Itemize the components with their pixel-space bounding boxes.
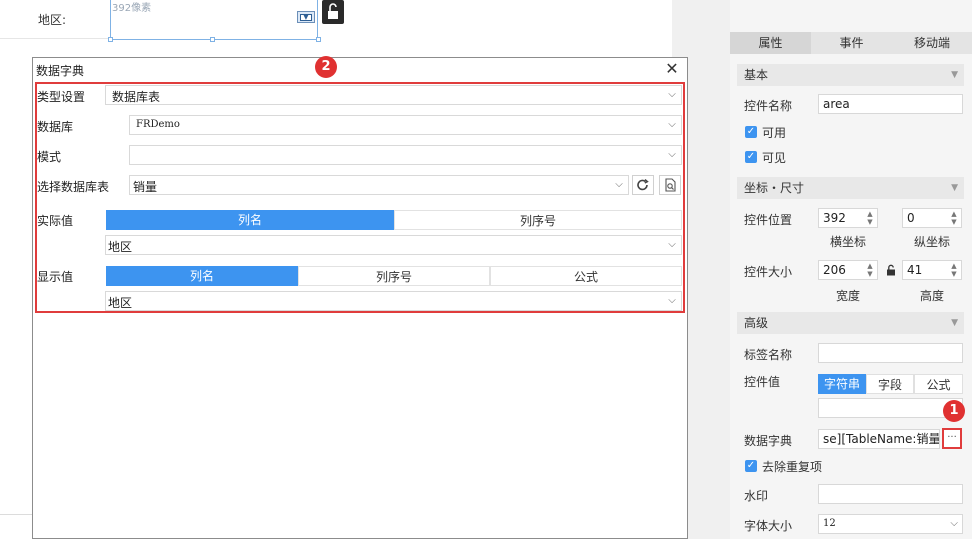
spinner-icon[interactable]: ▲ ▼ — [949, 210, 959, 226]
area-label: 地区: — [38, 13, 67, 27]
spinner-icon[interactable]: ▲ ▼ — [949, 262, 959, 278]
display-tab-formula[interactable]: 公式 — [490, 266, 682, 286]
height-input[interactable]: 41 ▲ ▼ — [902, 260, 962, 280]
section-basic-title: 基本 — [744, 68, 769, 82]
schema-label: 模式 — [37, 150, 62, 164]
refresh-icon — [637, 178, 649, 191]
widget-name-input[interactable]: area — [818, 94, 963, 114]
database-select[interactable] — [129, 115, 682, 135]
collapse-arrow-icon: ▼ — [951, 183, 958, 193]
font-size-value: 12 — [823, 518, 836, 529]
display-tab-column-index[interactable]: 列序号 — [298, 266, 490, 286]
tab-properties[interactable]: 属性 — [730, 32, 811, 54]
widget-name-label: 控件名称 — [744, 99, 793, 113]
table-select[interactable] — [129, 175, 629, 195]
section-advanced-title: 高级 — [744, 316, 769, 330]
chevron-down-icon: ⌵ — [668, 239, 676, 250]
preview-icon — [665, 178, 676, 192]
spinner-icon[interactable]: ▲ ▼ — [865, 210, 875, 226]
step-badge-2: 2 — [315, 56, 337, 78]
tab-events[interactable]: 事件 — [811, 32, 892, 54]
type-label: 类型设置 — [37, 90, 86, 104]
database-label: 数据库 — [37, 120, 74, 134]
chevron-down-icon: ⌵ — [668, 119, 676, 130]
chevron-down-icon: ⌵ — [615, 179, 623, 190]
display-value-label: 显示值 — [37, 270, 74, 284]
visible-checkbox[interactable]: ✓ — [745, 151, 757, 163]
watermark-input[interactable] — [818, 484, 963, 504]
type-value: 数据库表 — [112, 90, 161, 104]
data-dict-edit-button[interactable]: ··· — [942, 428, 962, 449]
dropdown-arrow-icon: ▼ — [300, 14, 312, 21]
resize-handle[interactable] — [108, 37, 113, 42]
section-position-size[interactable]: 坐标・尺寸 ▼ — [737, 177, 964, 199]
refresh-button[interactable] — [632, 175, 654, 195]
chevron-down-icon: ⌵ — [668, 89, 676, 100]
lock-button[interactable] — [322, 0, 344, 24]
actual-value: 地区 — [108, 240, 133, 254]
actual-tab-column-index[interactable]: 列序号 — [394, 210, 682, 230]
widget-placeholder-text: 392像素 — [112, 3, 152, 14]
resize-handle[interactable] — [210, 37, 215, 42]
size-lock-icon[interactable] — [884, 263, 898, 277]
close-icon[interactable]: ✕ — [663, 60, 681, 78]
section-basic[interactable]: 基本 ▼ — [737, 64, 964, 86]
actual-tab-column-name[interactable]: 列名 — [106, 210, 394, 230]
font-size-label: 字体大小 — [744, 519, 793, 533]
actual-value-label: 实际值 — [37, 214, 74, 228]
tab-mobile[interactable]: 移动端 — [892, 32, 972, 54]
table-value: 销量 — [133, 180, 158, 194]
x-caption: 横坐标 — [830, 235, 867, 249]
enabled-label: 可用 — [762, 126, 787, 140]
spinner-icon[interactable]: ▲ ▼ — [865, 262, 875, 278]
visible-label: 可见 — [762, 151, 787, 165]
dedupe-label: 去除重复项 — [762, 460, 823, 474]
database-value: FRDemo — [136, 119, 180, 130]
dedupe-checkbox[interactable]: ✓ — [745, 460, 757, 472]
value-tab-string[interactable]: 字符串 — [818, 374, 866, 394]
pos-x-input[interactable]: 392 ▲ ▼ — [818, 208, 878, 228]
width-value: 206 — [823, 263, 846, 277]
font-size-select[interactable]: 12 ⌵ — [818, 514, 963, 534]
chevron-down-icon: ⌵ — [668, 149, 676, 160]
display-tab-column-name[interactable]: 列名 — [106, 266, 298, 286]
collapse-arrow-icon: ▼ — [951, 318, 958, 328]
watermark-label: 水印 — [744, 489, 769, 503]
section-advanced[interactable]: 高级 ▼ — [737, 312, 964, 334]
data-dict-input[interactable]: se][TableName:销量] — [818, 429, 940, 449]
width-caption: 宽度 — [836, 289, 861, 303]
height-value: 41 — [907, 263, 923, 277]
height-caption: 高度 — [920, 289, 945, 303]
unlock-icon — [328, 3, 338, 19]
position-label: 控件位置 — [744, 213, 793, 227]
pos-y-value: 0 — [907, 211, 915, 225]
widget-value-input[interactable] — [818, 398, 963, 418]
tag-name-input[interactable] — [818, 343, 963, 363]
display-value-select[interactable] — [105, 291, 682, 311]
enabled-checkbox[interactable]: ✓ — [745, 126, 757, 138]
pos-y-input[interactable]: 0 ▲ ▼ — [902, 208, 962, 228]
y-caption: 纵坐标 — [914, 235, 951, 249]
data-dict-label: 数据字典 — [744, 434, 793, 448]
pos-x-value: 392 — [823, 211, 846, 225]
type-select[interactable] — [105, 85, 682, 105]
display-value: 地区 — [108, 296, 133, 310]
chevron-down-icon: ⌵ — [668, 295, 676, 306]
chevron-down-icon: ⌵ — [950, 518, 958, 529]
widget-value-label: 控件值 — [744, 375, 781, 389]
section-position-title: 坐标・尺寸 — [744, 181, 805, 195]
resize-handle[interactable] — [316, 37, 321, 42]
schema-select[interactable] — [129, 145, 682, 165]
value-tab-formula[interactable]: 公式 — [914, 374, 963, 394]
tag-name-label: 标签名称 — [744, 348, 793, 362]
collapse-arrow-icon: ▼ — [951, 70, 958, 80]
size-label: 控件大小 — [744, 265, 793, 279]
dialog-title: 数据字典 — [36, 64, 85, 78]
value-tab-field[interactable]: 字段 — [866, 374, 914, 394]
step-badge-1: 1 — [943, 400, 965, 422]
width-input[interactable]: 206 ▲ ▼ — [818, 260, 878, 280]
table-label: 选择数据库表 — [37, 180, 110, 194]
preview-button[interactable] — [659, 175, 681, 195]
actual-value-select[interactable] — [105, 235, 682, 255]
